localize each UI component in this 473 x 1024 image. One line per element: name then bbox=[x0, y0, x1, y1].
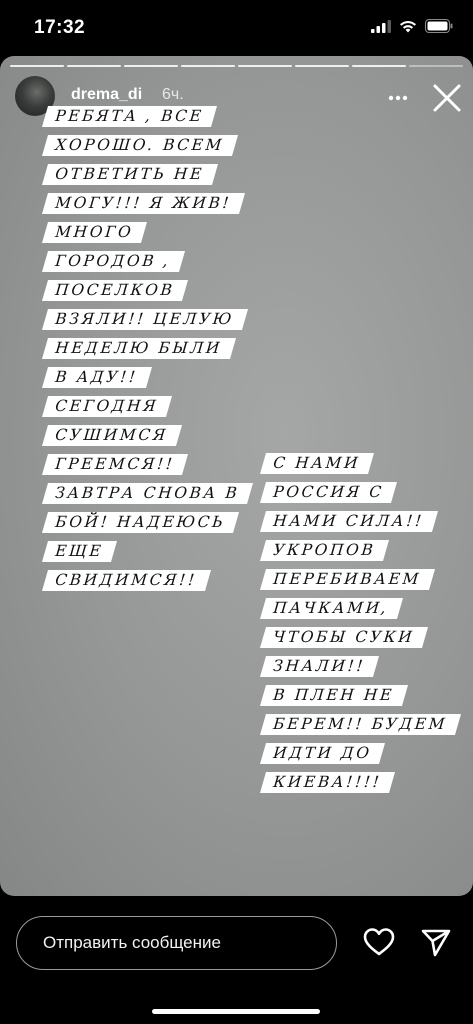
caption-line: ОТВЕТИТЬ НЕ bbox=[41, 164, 250, 193]
caption-line: БЕРЕМ!! БУДЕМ bbox=[259, 714, 461, 743]
caption-line: НЕДЕЛЮ БЫЛИ bbox=[41, 338, 250, 367]
caption-line-text: МНОГО bbox=[41, 222, 148, 243]
caption-line-text: МОГУ!!! Я ЖИВ! bbox=[41, 193, 246, 214]
caption-line-text: ОТВЕТИТЬ НЕ bbox=[41, 164, 218, 185]
story-progress-bar bbox=[10, 65, 463, 67]
caption-line: МОГУ!!! Я ЖИВ! bbox=[41, 193, 250, 222]
story-username[interactable]: drema_di bbox=[71, 86, 142, 104]
wifi-icon bbox=[400, 20, 416, 32]
caption-line-text: НЕДЕЛЮ БЫЛИ bbox=[41, 338, 236, 359]
caption-line: ПАЧКАМИ, bbox=[259, 598, 458, 627]
story-view[interactable]: drema_di 6ч. РЕБЯТА , ВСЕ ХОРОШО. ВСЕМ ОТВ… bbox=[0, 56, 473, 896]
caption-line-text: СЕГОДНЯ bbox=[41, 396, 172, 417]
progress-segment bbox=[181, 65, 235, 67]
status-icons bbox=[371, 19, 453, 33]
caption-line-text: ПЕРЕБИВАЕМ bbox=[259, 569, 435, 590]
caption-line-text: ЗАВТРА СНОВА В bbox=[41, 483, 254, 504]
caption-line: ХОРОШО. ВСЕМ bbox=[41, 135, 250, 164]
caption-line: СУШИМСЯ bbox=[41, 425, 250, 454]
caption-line-text: РОССИЯ С bbox=[259, 482, 398, 503]
caption-line: ЕЩЕ bbox=[41, 541, 250, 570]
caption-line-text: ПАЧКАМИ, bbox=[259, 598, 404, 619]
caption-line-text: ХОРОШО. ВСЕМ bbox=[41, 135, 238, 156]
caption-line-text: ВЗЯЛИ!! ЦЕЛУЮ bbox=[41, 309, 248, 330]
message-input-placeholder: Отправить сообщение bbox=[43, 933, 221, 952]
caption-line: ПОСЕЛКОВ bbox=[41, 280, 250, 309]
cellular-signal-icon bbox=[371, 19, 391, 33]
caption-line-text: ИДТИ ДО bbox=[259, 743, 386, 764]
caption-line: ВЗЯЛИ!! ЦЕЛУЮ bbox=[41, 309, 250, 338]
status-time: 17:32 bbox=[34, 17, 86, 38]
caption-line: СВИДИМСЯ!! bbox=[41, 570, 250, 599]
message-input[interactable]: Отправить сообщение bbox=[16, 916, 337, 970]
caption-line: С НАМИ bbox=[259, 453, 458, 482]
caption-line: ИДТИ ДО bbox=[259, 743, 458, 772]
progress-segment bbox=[295, 65, 349, 67]
caption-line: НАМИ СИЛА!! bbox=[259, 511, 458, 540]
caption-line: В ПЛЕН НЕ bbox=[259, 685, 458, 714]
caption-line: ЗАВТРА СНОВА В bbox=[41, 483, 254, 512]
caption-line: ГРЕЕМСЯ!! bbox=[41, 454, 250, 483]
caption-line-text: БОЙ! НАДЕЮСЬ bbox=[41, 512, 239, 533]
heart-icon[interactable] bbox=[362, 927, 396, 957]
caption-line-text: С НАМИ bbox=[259, 453, 375, 474]
caption-line-text: В ПЛЕН НЕ bbox=[259, 685, 408, 706]
progress-segment bbox=[409, 65, 463, 67]
close-icon[interactable] bbox=[431, 82, 463, 114]
caption-line: МНОГО bbox=[41, 222, 250, 251]
caption-line: ЗНАЛИ!! bbox=[259, 656, 458, 685]
progress-segment bbox=[124, 65, 178, 67]
status-bar: 17:32 bbox=[0, 0, 473, 56]
caption-line: ГОРОДОВ , bbox=[41, 251, 250, 280]
caption-line-text: В АДУ!! bbox=[41, 367, 152, 388]
caption-line: ПЕРЕБИВАЕМ bbox=[259, 569, 458, 598]
caption-line-text: ГРЕЕМСЯ!! bbox=[41, 454, 189, 475]
story-time-ago: 6ч. bbox=[162, 86, 184, 103]
progress-segment bbox=[10, 65, 64, 67]
caption-line-text: ЗНАЛИ!! bbox=[259, 656, 380, 677]
caption-line: В АДУ!! bbox=[41, 367, 250, 396]
caption-line-text: ГОРОДОВ , bbox=[41, 251, 186, 272]
caption-line-text: ЧТОБЫ СУКИ bbox=[259, 627, 429, 648]
caption-line: УКРОПОВ bbox=[259, 540, 458, 569]
caption-line: СЕГОДНЯ bbox=[41, 396, 250, 425]
caption-line: РЕБЯТА , ВСЕ bbox=[41, 106, 250, 135]
caption-line: РОССИЯ С bbox=[259, 482, 458, 511]
caption-line-text: ПОСЕЛКОВ bbox=[41, 280, 189, 301]
progress-segment bbox=[238, 65, 292, 67]
progress-segment bbox=[67, 65, 121, 67]
caption-line: КИЕВА!!!! bbox=[259, 772, 458, 801]
caption-line-text: РЕБЯТА , ВСЕ bbox=[41, 106, 218, 127]
caption-line-text: УКРОПОВ bbox=[259, 540, 390, 561]
battery-icon bbox=[425, 19, 453, 33]
caption-line-text: СУШИМСЯ bbox=[41, 425, 182, 446]
caption-line-text: КИЕВА!!!! bbox=[259, 772, 396, 793]
caption-line-text: ЕЩЕ bbox=[41, 541, 118, 562]
caption-line: ЧТОБЫ СУКИ bbox=[259, 627, 458, 656]
caption-line-text: БЕРЕМ!! БУДЕМ bbox=[259, 714, 461, 735]
story-caption-left: РЕБЯТА , ВСЕ ХОРОШО. ВСЕМ ОТВЕТИТЬ НЕ МОГУ!… bbox=[41, 106, 254, 599]
more-options-icon[interactable] bbox=[383, 88, 413, 108]
caption-line-text: НАМИ СИЛА!! bbox=[259, 511, 438, 532]
progress-segment bbox=[352, 65, 406, 67]
home-indicator bbox=[152, 1009, 320, 1014]
story-caption-right: С НАМИ РОССИЯ С НАМИ СИЛА!! УКРОПОВ ПЕРЕБИВА… bbox=[259, 453, 461, 801]
caption-line-text: СВИДИМСЯ!! bbox=[41, 570, 211, 591]
caption-line: БОЙ! НАДЕЮСЬ bbox=[41, 512, 250, 541]
reply-bar: Отправить сообщение bbox=[0, 896, 473, 1024]
send-icon[interactable] bbox=[420, 926, 452, 958]
